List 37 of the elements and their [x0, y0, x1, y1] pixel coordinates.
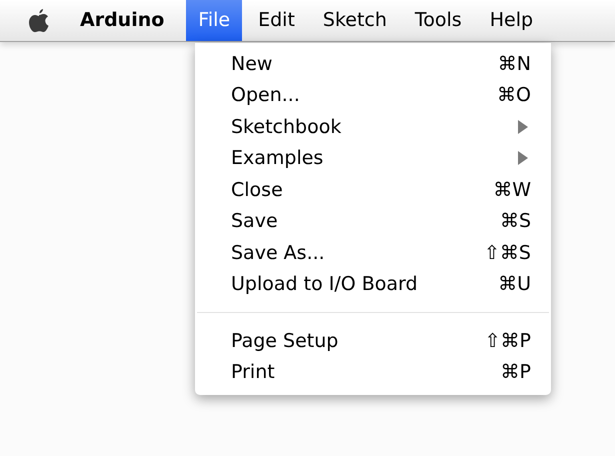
keyboard-shortcut: ⌘N: [498, 52, 531, 76]
keyboard-shortcut: ⇧⌘P: [484, 328, 531, 354]
menu-title[interactable]: Help: [478, 0, 546, 41]
keyboard-shortcut: ⌘P: [500, 360, 531, 385]
menu-item[interactable]: Sketchbook: [195, 111, 551, 142]
menu-item-label: Sketchbook: [231, 114, 342, 140]
menu-item[interactable]: Examples: [195, 142, 551, 174]
menu-item[interactable]: Close ⌘W: [195, 174, 551, 206]
app-name[interactable]: Arduino: [80, 6, 164, 35]
menu-item[interactable]: Save ⌘S: [195, 206, 551, 237]
keyboard-shortcut: ⌘O: [497, 83, 531, 108]
menu-item[interactable]: Save As... ⇧⌘S: [195, 237, 551, 268]
menu-item-label: Open...: [231, 83, 300, 108]
menu-item[interactable]: Open... ⌘O: [195, 80, 551, 111]
menu-item[interactable]: Print ⌘P: [195, 356, 551, 388]
menu-item[interactable]: Upload to I/O Board ⌘U: [195, 268, 551, 300]
menu-item[interactable]: New ⌘N: [195, 48, 551, 80]
menu-title[interactable]: File: [186, 0, 242, 41]
menu-item-label: Upload to I/O Board: [231, 272, 418, 297]
menu-item-label: Close: [231, 178, 283, 202]
menu-item-label: Print: [231, 360, 275, 385]
menu-item[interactable]: Page Setup ⇧⌘P: [195, 325, 551, 356]
menu-title[interactable]: Sketch: [310, 0, 399, 41]
menu-item-label: Save: [231, 209, 278, 234]
menu-title[interactable]: Edit: [246, 0, 307, 41]
menu-title[interactable]: Tools: [402, 0, 474, 41]
keyboard-shortcut: ⇧⌘S: [484, 240, 531, 266]
menu-item-label: Page Setup: [231, 328, 338, 354]
menu-item-label: Save As...: [231, 240, 325, 266]
menu-item-label: New: [231, 52, 272, 76]
submenu-arrow-icon: [517, 151, 529, 166]
apple-logo-icon[interactable]: [28, 8, 50, 34]
keyboard-shortcut: ⌘U: [498, 272, 531, 297]
keyboard-shortcut: ⌘S: [500, 209, 531, 234]
keyboard-shortcut: ⌘W: [493, 178, 531, 202]
submenu-arrow-icon: [517, 120, 529, 134]
menu-item-label: Examples: [231, 146, 324, 171]
